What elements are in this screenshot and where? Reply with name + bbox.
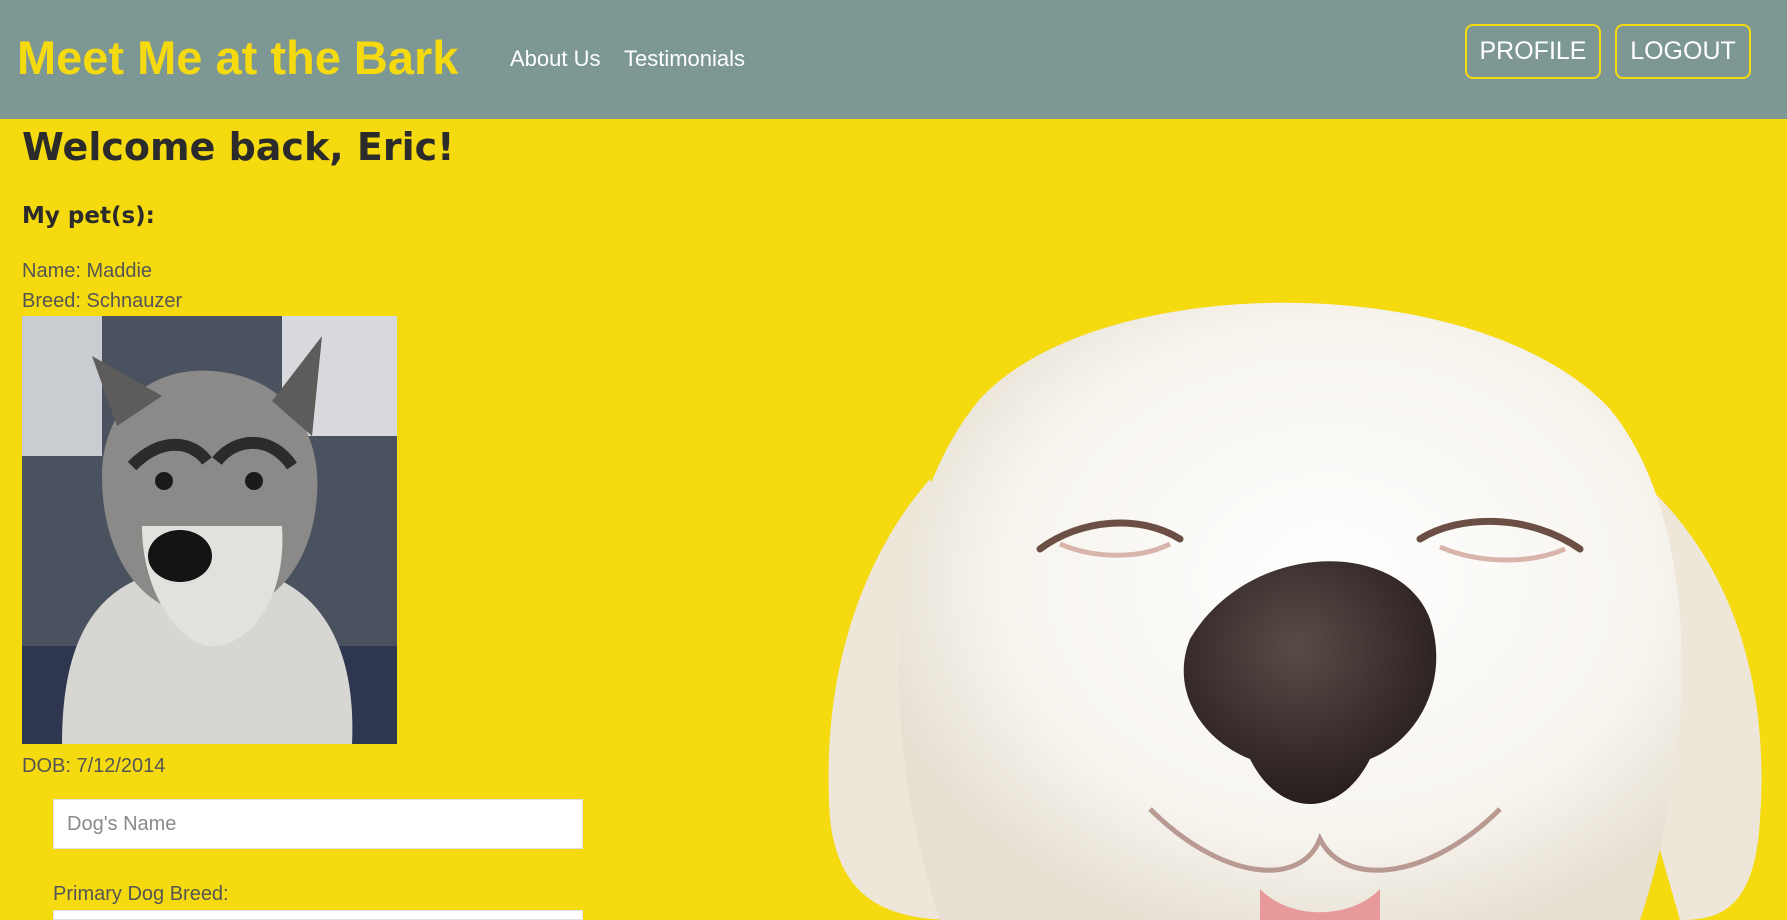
dog-name-input[interactable] [53,799,583,849]
primary-breed-label: Primary Dog Breed: [53,883,229,905]
navbar: Meet Me at the Bark About Us Testimonial… [0,0,1787,119]
pet-photo [22,316,397,744]
my-pets-heading: My pet(s): [22,203,155,229]
pet-name: Name: Maddie [22,260,153,282]
brand-logo[interactable]: Meet Me at the Bark [17,30,458,85]
logout-button[interactable]: LOGOUT [1615,24,1751,79]
nav-testimonials[interactable]: Testimonials [624,46,745,72]
schnauzer-photo [22,316,397,744]
primary-breed-select[interactable] [53,910,583,920]
nav-about-us[interactable]: About Us [510,46,601,72]
welcome-heading: Welcome back, Eric! [22,125,455,169]
pet-dob: DOB: 7/12/2014 [22,755,166,777]
profile-button[interactable]: PROFILE [1465,24,1601,79]
pet-breed: Breed: Schnauzer [22,290,183,312]
